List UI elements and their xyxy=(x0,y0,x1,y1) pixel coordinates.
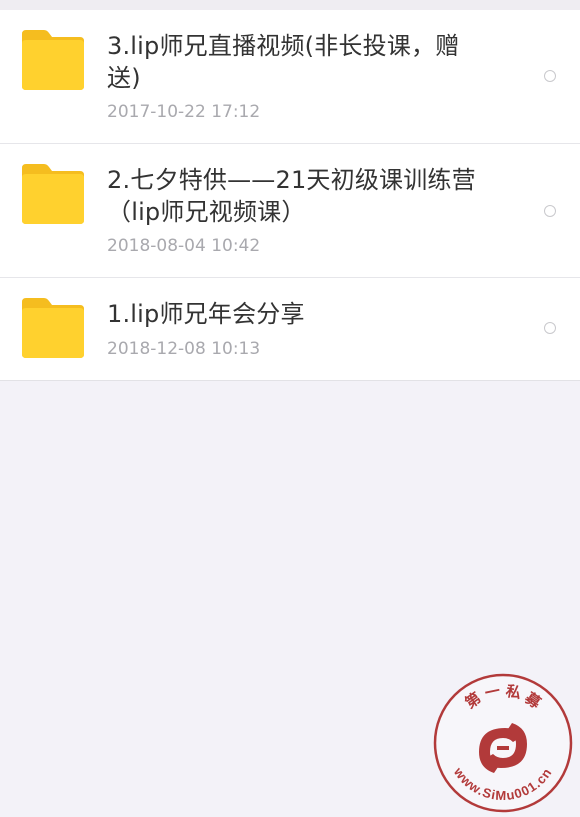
select-radio[interactable] xyxy=(544,205,556,217)
file-name: 3.lip师兄直播视频(非长投课，赠送) xyxy=(107,32,460,92)
file-date: 2017-10-22 17:12 xyxy=(107,102,261,122)
watermark-seal: 第 一 私 募 www.SiMu001.cn xyxy=(433,673,573,813)
top-strip xyxy=(0,0,580,10)
folder-icon xyxy=(22,30,84,90)
list-item[interactable]: 3.lip师兄直播视频(非长投课，赠送) 2017-10-22 17:12 xyxy=(0,10,580,144)
list-item[interactable]: 1.lip师兄年会分享 2018-12-08 10:13 xyxy=(0,278,580,381)
file-list: 3.lip师兄直播视频(非长投课，赠送) 2017-10-22 17:12 2.… xyxy=(0,10,580,381)
file-date: 2018-12-08 10:13 xyxy=(107,339,261,359)
folder-icon xyxy=(22,298,84,358)
file-date: 2018-08-04 10:42 xyxy=(107,236,261,256)
file-name: 2.七夕特供——21天初级课训练营（lip师兄视频课） xyxy=(107,166,476,226)
select-radio[interactable] xyxy=(544,322,556,334)
select-radio[interactable] xyxy=(544,70,556,82)
folder-icon xyxy=(22,164,84,224)
list-item[interactable]: 2.七夕特供——21天初级课训练营（lip师兄视频课） 2018-08-04 1… xyxy=(0,144,580,278)
file-name: 1.lip师兄年会分享 xyxy=(107,300,305,328)
